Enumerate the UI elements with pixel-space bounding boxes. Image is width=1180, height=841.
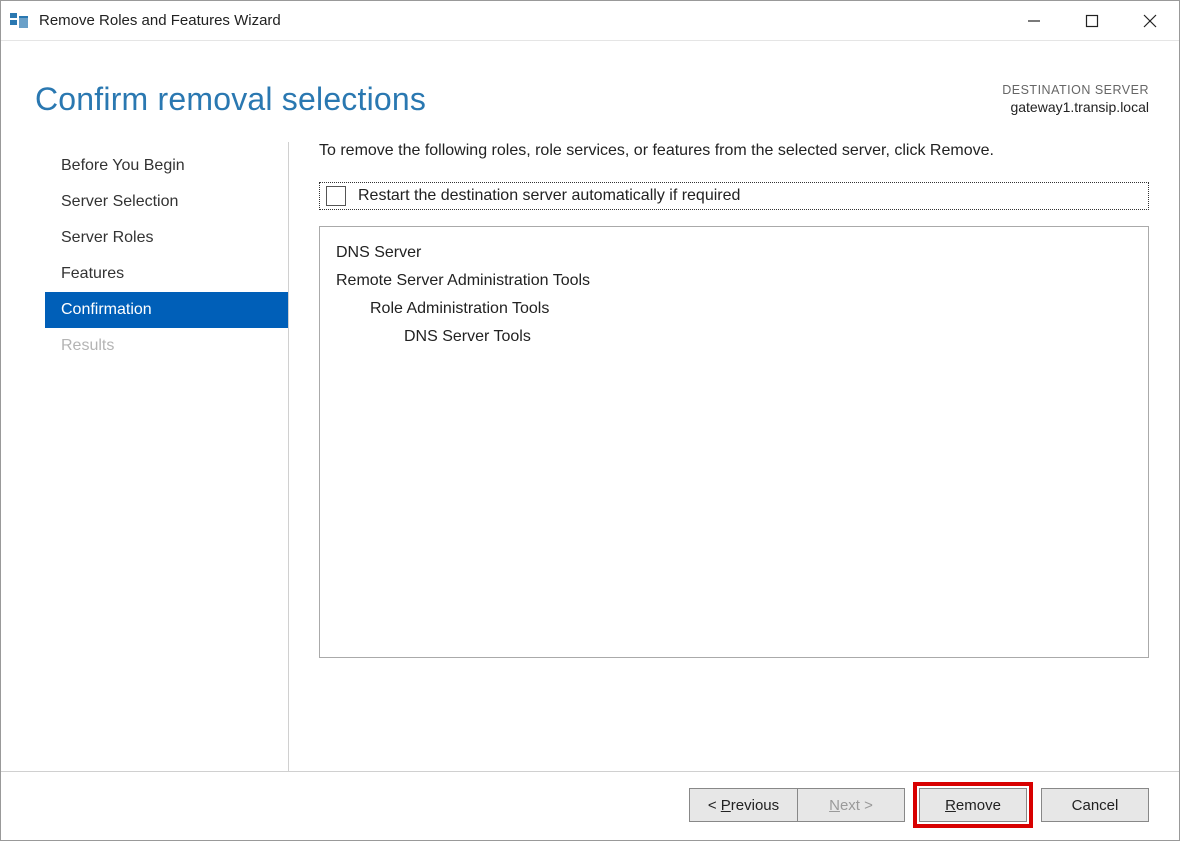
remove-button[interactable]: Remove (919, 788, 1027, 822)
previous-button[interactable]: < Previous (689, 788, 797, 822)
sidebar-item-label: Before You Begin (61, 157, 185, 175)
previous-button-rest: revious (731, 797, 779, 814)
sidebar-item-label: Server Selection (61, 193, 178, 211)
destination-server-name: gateway1.transip.local (1002, 99, 1149, 115)
header-area: Confirm removal selections DESTINATION S… (1, 41, 1179, 128)
next-button: Next > (797, 788, 905, 822)
cancel-button-label: Cancel (1072, 797, 1119, 814)
minimize-button[interactable] (1005, 1, 1063, 40)
remove-button-underline: R (945, 797, 956, 814)
sidebar-item-label: Features (61, 265, 124, 283)
sidebar-item-label: Confirmation (61, 301, 152, 319)
restart-checkbox-row[interactable]: Restart the destination server automatic… (319, 182, 1149, 210)
sidebar-item-before-you-begin[interactable]: Before You Begin (45, 148, 288, 184)
removal-list[interactable]: DNS Server Remote Server Administration … (319, 226, 1149, 658)
wizard-steps-sidebar: Before You Begin Server Selection Server… (45, 142, 289, 771)
list-item: Remote Server Administration Tools (336, 267, 1132, 295)
main-content: To remove the following roles, role serv… (289, 142, 1149, 771)
page-title: Confirm removal selections (35, 81, 426, 118)
server-manager-icon (9, 11, 29, 31)
sidebar-item-confirmation[interactable]: Confirmation (45, 292, 288, 328)
next-button-rest: ext (840, 797, 860, 814)
window-controls (1005, 1, 1179, 40)
restart-checkbox-label: Restart the destination server automatic… (358, 187, 740, 205)
list-item: DNS Server (336, 239, 1132, 267)
wizard-footer: < Previous Next > Remove Cancel (1, 771, 1179, 840)
previous-button-underline: P (721, 797, 731, 814)
instruction-text: To remove the following roles, role serv… (319, 142, 1149, 160)
titlebar: Remove Roles and Features Wizard (1, 1, 1179, 41)
maximize-button[interactable] (1063, 1, 1121, 40)
list-item: Role Administration Tools (336, 295, 1132, 323)
remove-button-rest: emove (956, 797, 1001, 814)
sidebar-item-server-roles[interactable]: Server Roles (45, 220, 288, 256)
nav-button-pair: < Previous Next > (689, 788, 905, 822)
close-button[interactable] (1121, 1, 1179, 40)
sidebar-item-label: Server Roles (61, 229, 153, 247)
cancel-button[interactable]: Cancel (1041, 788, 1149, 822)
destination-server-block: DESTINATION SERVER gateway1.transip.loca… (1002, 81, 1149, 115)
restart-checkbox[interactable] (326, 186, 346, 206)
sidebar-item-features[interactable]: Features (45, 256, 288, 292)
sidebar-item-results: Results (45, 328, 288, 364)
sidebar-item-server-selection[interactable]: Server Selection (45, 184, 288, 220)
body: Before You Begin Server Selection Server… (1, 128, 1179, 771)
window-title: Remove Roles and Features Wizard (39, 12, 1005, 29)
list-item: DNS Server Tools (336, 323, 1132, 351)
wizard-window: Remove Roles and Features Wizard Confirm… (0, 0, 1180, 841)
sidebar-item-label: Results (61, 337, 114, 355)
next-button-underline: N (829, 797, 840, 814)
destination-server-label: DESTINATION SERVER (1002, 83, 1149, 97)
